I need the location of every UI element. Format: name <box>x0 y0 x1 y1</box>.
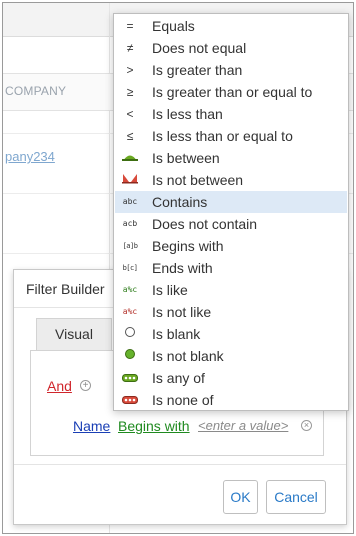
less-than-icon: < <box>126 107 134 121</box>
ok-button[interactable]: OK <box>223 480 258 514</box>
operator-item-ends-with[interactable]: b[c] Ends with <box>115 257 347 279</box>
operator-item-label: Is less than <box>152 106 223 122</box>
operator-item-label: Contains <box>152 194 208 210</box>
operator-item-label: Does not equal <box>152 40 247 56</box>
operator-item-label: Is not between <box>152 172 244 188</box>
equals-icon: = <box>126 19 134 33</box>
operator-item-label: Is like <box>152 282 188 298</box>
group-operator-and[interactable]: And <box>47 378 72 394</box>
not-blank-icon <box>121 348 139 364</box>
operator-item-not-between[interactable]: Is not between <box>115 169 347 191</box>
operator-item-contains[interactable]: abc Contains <box>115 191 347 213</box>
operator-item-greater-or-equal[interactable]: ≥ Is greater than or equal to <box>115 81 347 103</box>
operator-item-is-blank[interactable]: Is blank <box>115 323 347 345</box>
operator-item-is-not-blank[interactable]: Is not blank <box>115 345 347 367</box>
operator-item-label: Does not contain <box>152 216 258 232</box>
remove-condition-icon[interactable]: × <box>301 420 312 431</box>
company-cell-link[interactable]: pany234 <box>5 149 55 164</box>
operator-item-label: Ends with <box>152 260 213 276</box>
operator-item-is-none-of[interactable]: Is none of <box>115 389 347 411</box>
app-window: COMPANY pany234 Filter Builder Visual An… <box>2 2 354 534</box>
operator-item-is-any-of[interactable]: Is any of <box>115 367 347 389</box>
operator-item-label: Is not like <box>152 304 212 320</box>
less-or-equal-icon: ≤ <box>126 129 134 143</box>
operator-item-label: Is blank <box>152 326 201 342</box>
operator-item-is-not-like[interactable]: a%c Is not like <box>115 301 347 323</box>
none-of-icon <box>121 392 139 408</box>
operator-item-less-than[interactable]: < Is less than <box>115 103 347 125</box>
cancel-button[interactable]: Cancel <box>266 480 326 514</box>
condition-value-input[interactable]: <enter a value> <box>198 418 288 433</box>
operator-item-does-not-contain[interactable]: acb Does not contain <box>115 213 347 235</box>
between-icon <box>121 150 139 166</box>
add-condition-icon[interactable]: + <box>80 380 91 391</box>
greater-or-equal-icon: ≥ <box>126 85 134 99</box>
operator-item-between[interactable]: Is between <box>115 147 347 169</box>
like-icon: a%c <box>122 285 138 294</box>
not-equal-icon: ≠ <box>126 41 134 55</box>
not-between-icon <box>121 172 139 188</box>
operator-item-greater-than[interactable]: > Is greater than <box>115 59 347 81</box>
operator-item-label: Is not blank <box>152 348 224 364</box>
operator-item-equals[interactable]: = Equals <box>115 15 347 37</box>
blank-icon <box>121 326 139 342</box>
operator-item-begins-with[interactable]: [a]b Begins with <box>115 235 347 257</box>
dialog-footer-divider <box>14 464 346 465</box>
greater-than-icon: > <box>126 63 134 77</box>
condition-operator[interactable]: Begins with <box>118 418 190 434</box>
condition-field[interactable]: Name <box>73 418 110 434</box>
operator-item-less-or-equal[interactable]: ≤ Is less than or equal to <box>115 125 347 147</box>
operator-item-label: Is any of <box>152 370 205 386</box>
not-contains-icon: acb <box>122 219 138 228</box>
any-of-icon <box>121 370 139 386</box>
operator-dropdown: = Equals ≠ Does not equal > Is greater t… <box>113 13 349 411</box>
operator-item-label: Is greater than <box>152 62 243 78</box>
tab-visual[interactable]: Visual <box>36 318 112 350</box>
column-header-company[interactable]: COMPANY <box>5 84 66 98</box>
operator-item-label: Is none of <box>152 392 214 408</box>
operator-item-label: Is greater than or equal to <box>152 84 313 100</box>
operator-item-label: Begins with <box>152 238 224 254</box>
operator-item-is-like[interactable]: a%c Is like <box>115 279 347 301</box>
begins-with-icon: [a]b <box>122 242 138 250</box>
operator-item-does-not-equal[interactable]: ≠ Does not equal <box>115 37 347 59</box>
operator-item-label: Is less than or equal to <box>152 128 293 144</box>
ends-with-icon: b[c] <box>122 264 138 272</box>
dialog-title: Filter Builder <box>26 281 105 297</box>
contains-icon: abc <box>122 197 138 206</box>
operator-item-label: Equals <box>152 18 195 34</box>
operator-item-label: Is between <box>152 150 220 166</box>
not-like-icon: a%c <box>122 307 138 316</box>
